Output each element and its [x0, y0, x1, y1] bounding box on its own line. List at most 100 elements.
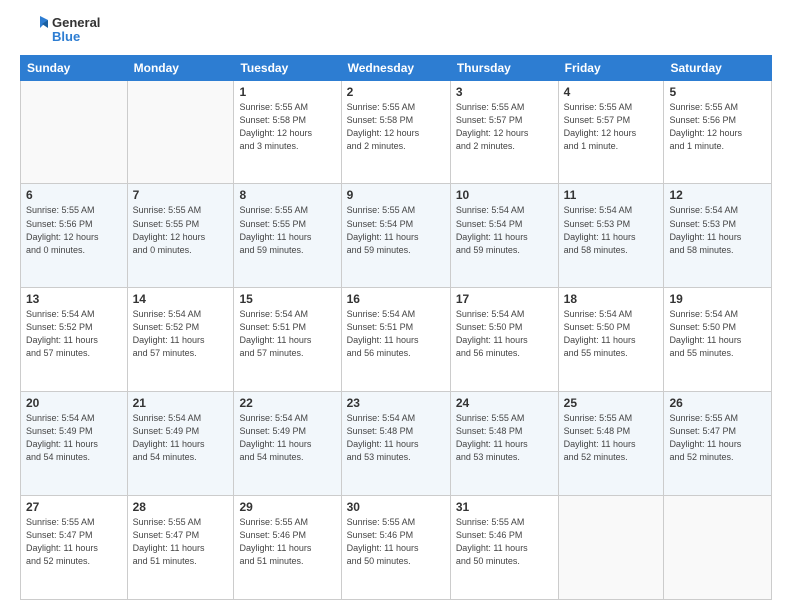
- col-header-wednesday: Wednesday: [341, 55, 450, 80]
- header: General Blue: [20, 16, 772, 45]
- week-row-5: 27Sunrise: 5:55 AM Sunset: 5:47 PM Dayli…: [21, 496, 772, 600]
- day-number: 11: [564, 188, 659, 202]
- day-number: 20: [26, 396, 122, 410]
- day-number: 28: [133, 500, 229, 514]
- logo-container: General Blue: [20, 16, 100, 45]
- day-number: 18: [564, 292, 659, 306]
- day-info: Sunrise: 5:54 AM Sunset: 5:51 PM Dayligh…: [347, 308, 445, 360]
- day-info: Sunrise: 5:55 AM Sunset: 5:54 PM Dayligh…: [347, 204, 445, 256]
- day-number: 22: [239, 396, 335, 410]
- calendar-page: General Blue SundayMondayTuesdayWednesda…: [0, 0, 792, 612]
- day-number: 29: [239, 500, 335, 514]
- day-number: 21: [133, 396, 229, 410]
- day-number: 31: [456, 500, 553, 514]
- calendar-cell: 29 Sunrise: 5:55 AM Sunset: 5:46 PM Dayli…: [234, 496, 341, 600]
- day-info: Sunrise: 5:55 AM Sunset: 5:48 PM Dayligh…: [564, 412, 659, 464]
- calendar-cell: 28Sunrise: 5:55 AM Sunset: 5:47 PM Dayli…: [127, 496, 234, 600]
- day-number: 14: [133, 292, 229, 306]
- day-info: Sunrise: 5:55 AM Sunset: 5:46 PM Dayligh…: [239, 516, 335, 568]
- calendar-cell: [127, 80, 234, 184]
- calendar-cell: 1 Sunrise: 5:55 AM Sunset: 5:58 PM Daylig…: [234, 80, 341, 184]
- day-info: Sunrise: 5:54 AM Sunset: 5:50 PM Dayligh…: [456, 308, 553, 360]
- day-number: 12: [669, 188, 766, 202]
- day-info: Sunrise: 5:55 AM Sunset: 5:58 PM Dayligh…: [347, 101, 445, 153]
- logo-text: General Blue: [52, 16, 100, 45]
- day-number: 27: [26, 500, 122, 514]
- logo-bird-icon: [20, 16, 48, 44]
- calendar-cell: 9Sunrise: 5:55 AM Sunset: 5:54 PM Daylig…: [341, 184, 450, 288]
- col-header-monday: Monday: [127, 55, 234, 80]
- col-header-sunday: Sunday: [21, 55, 128, 80]
- calendar-cell: 27Sunrise: 5:55 AM Sunset: 5:47 PM Dayli…: [21, 496, 128, 600]
- day-info: Sunrise: 5:55 AM Sunset: 5:47 PM Dayligh…: [669, 412, 766, 464]
- calendar-cell: 22Sunrise: 5:54 AM Sunset: 5:49 PM Dayli…: [234, 392, 341, 496]
- day-info: Sunrise: 5:54 AM Sunset: 5:48 PM Dayligh…: [347, 412, 445, 464]
- day-info: Sunrise: 5:55 AM Sunset: 5:46 PM Dayligh…: [456, 516, 553, 568]
- day-info: Sunrise: 5:54 AM Sunset: 5:52 PM Dayligh…: [133, 308, 229, 360]
- calendar-cell: 11 Sunrise: 5:54 AM Sunset: 5:53 PM Dayli…: [558, 184, 664, 288]
- day-info: Sunrise: 5:55 AM Sunset: 5:57 PM Dayligh…: [456, 101, 553, 153]
- day-number: 10: [456, 188, 553, 202]
- day-info: Sunrise: 5:54 AM Sunset: 5:53 PM Dayligh…: [564, 204, 659, 256]
- calendar-cell: 16 Sunrise: 5:54 AM Sunset: 5:51 PM Dayli…: [341, 288, 450, 392]
- day-info: Sunrise: 5:54 AM Sunset: 5:50 PM Dayligh…: [564, 308, 659, 360]
- calendar-cell: 15Sunrise: 5:54 AM Sunset: 5:51 PM Dayli…: [234, 288, 341, 392]
- calendar-table: SundayMondayTuesdayWednesdayThursdayFrid…: [20, 55, 772, 600]
- week-row-3: 13 Sunrise: 5:54 AM Sunset: 5:52 PM Dayli…: [21, 288, 772, 392]
- day-number: 2: [347, 85, 445, 99]
- day-info: Sunrise: 5:55 AM Sunset: 5:55 PM Dayligh…: [239, 204, 335, 256]
- calendar-cell: 20Sunrise: 5:54 AM Sunset: 5:49 PM Dayli…: [21, 392, 128, 496]
- week-row-2: 6Sunrise: 5:55 AM Sunset: 5:56 PM Daylig…: [21, 184, 772, 288]
- calendar-cell: 26 Sunrise: 5:55 AM Sunset: 5:47 PM Dayli…: [664, 392, 772, 496]
- col-header-tuesday: Tuesday: [234, 55, 341, 80]
- day-number: 8: [239, 188, 335, 202]
- calendar-cell: [558, 496, 664, 600]
- header-row: SundayMondayTuesdayWednesdayThursdayFrid…: [21, 55, 772, 80]
- calendar-cell: 6Sunrise: 5:55 AM Sunset: 5:56 PM Daylig…: [21, 184, 128, 288]
- calendar-cell: 5 Sunrise: 5:55 AM Sunset: 5:56 PM Daylig…: [664, 80, 772, 184]
- calendar-cell: 8 Sunrise: 5:55 AM Sunset: 5:55 PM Daylig…: [234, 184, 341, 288]
- day-number: 19: [669, 292, 766, 306]
- calendar-cell: 2 Sunrise: 5:55 AM Sunset: 5:58 PM Daylig…: [341, 80, 450, 184]
- col-header-friday: Friday: [558, 55, 664, 80]
- week-row-4: 20Sunrise: 5:54 AM Sunset: 5:49 PM Dayli…: [21, 392, 772, 496]
- day-number: 13: [26, 292, 122, 306]
- day-info: Sunrise: 5:55 AM Sunset: 5:56 PM Dayligh…: [669, 101, 766, 153]
- day-info: Sunrise: 5:55 AM Sunset: 5:57 PM Dayligh…: [564, 101, 659, 153]
- calendar-cell: 19Sunrise: 5:54 AM Sunset: 5:50 PM Dayli…: [664, 288, 772, 392]
- calendar-cell: 23 Sunrise: 5:54 AM Sunset: 5:48 PM Dayli…: [341, 392, 450, 496]
- calendar-cell: 24Sunrise: 5:55 AM Sunset: 5:48 PM Dayli…: [450, 392, 558, 496]
- day-number: 4: [564, 85, 659, 99]
- day-number: 16: [347, 292, 445, 306]
- calendar-cell: 13 Sunrise: 5:54 AM Sunset: 5:52 PM Dayli…: [21, 288, 128, 392]
- calendar-cell: 21Sunrise: 5:54 AM Sunset: 5:49 PM Dayli…: [127, 392, 234, 496]
- calendar-cell: 12 Sunrise: 5:54 AM Sunset: 5:53 PM Dayli…: [664, 184, 772, 288]
- calendar-cell: 14 Sunrise: 5:54 AM Sunset: 5:52 PM Dayli…: [127, 288, 234, 392]
- day-number: 26: [669, 396, 766, 410]
- day-info: Sunrise: 5:54 AM Sunset: 5:53 PM Dayligh…: [669, 204, 766, 256]
- day-number: 3: [456, 85, 553, 99]
- day-number: 7: [133, 188, 229, 202]
- day-info: Sunrise: 5:55 AM Sunset: 5:58 PM Dayligh…: [239, 101, 335, 153]
- day-number: 5: [669, 85, 766, 99]
- calendar-cell: 18 Sunrise: 5:54 AM Sunset: 5:50 PM Dayli…: [558, 288, 664, 392]
- col-header-saturday: Saturday: [664, 55, 772, 80]
- logo-general: General: [52, 16, 100, 30]
- calendar-cell: 17 Sunrise: 5:54 AM Sunset: 5:50 PM Dayli…: [450, 288, 558, 392]
- day-number: 6: [26, 188, 122, 202]
- calendar-cell: [21, 80, 128, 184]
- calendar-cell: 4 Sunrise: 5:55 AM Sunset: 5:57 PM Daylig…: [558, 80, 664, 184]
- day-number: 23: [347, 396, 445, 410]
- calendar-cell: 25Sunrise: 5:55 AM Sunset: 5:48 PM Dayli…: [558, 392, 664, 496]
- calendar-cell: 7Sunrise: 5:55 AM Sunset: 5:55 PM Daylig…: [127, 184, 234, 288]
- calendar-cell: 3 Sunrise: 5:55 AM Sunset: 5:57 PM Daylig…: [450, 80, 558, 184]
- calendar-cell: 31 Sunrise: 5:55 AM Sunset: 5:46 PM Dayli…: [450, 496, 558, 600]
- calendar-cell: 30Sunrise: 5:55 AM Sunset: 5:46 PM Dayli…: [341, 496, 450, 600]
- day-info: Sunrise: 5:55 AM Sunset: 5:46 PM Dayligh…: [347, 516, 445, 568]
- day-number: 1: [239, 85, 335, 99]
- day-info: Sunrise: 5:54 AM Sunset: 5:52 PM Dayligh…: [26, 308, 122, 360]
- day-info: Sunrise: 5:54 AM Sunset: 5:51 PM Dayligh…: [239, 308, 335, 360]
- day-number: 24: [456, 396, 553, 410]
- logo: General Blue: [20, 16, 100, 45]
- day-number: 17: [456, 292, 553, 306]
